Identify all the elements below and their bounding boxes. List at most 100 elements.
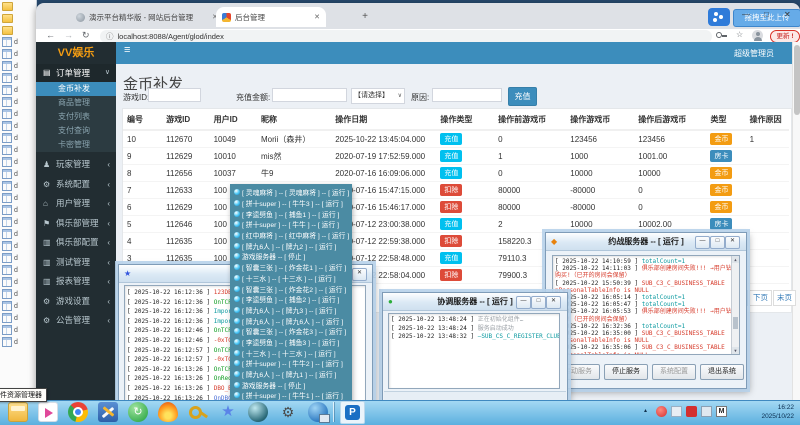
desktop-db-item[interactable]: d (0, 312, 36, 324)
type-select[interactable]: 【请选择】 ∨ (351, 88, 405, 104)
server-list-item[interactable]: [ 智囊三张 ] -- [ 炸金花2 ] -- [ 运行 ] (230, 283, 352, 294)
desktop-db-item[interactable]: d (0, 192, 36, 204)
new-tab-button[interactable]: + (358, 10, 372, 24)
taskbar-icon-media[interactable] (38, 402, 58, 422)
taskbar-icon-star[interactable] (218, 402, 238, 422)
sidebar-subitem-支付查询[interactable]: 支付查询 (36, 124, 116, 138)
server-list-item[interactable]: [ 十三水 ] -- [ 十三水 ] -- [ 运行 ] (230, 347, 352, 358)
server-list-item[interactable]: [ 李逵劈鱼 ] -- [ 捕鱼2 ] -- [ 运行 ] (230, 294, 352, 305)
reload-icon[interactable]: ↻ (82, 30, 90, 41)
taskbar-icon-key[interactable] (188, 402, 208, 422)
desktop-db-item[interactable] (0, 0, 36, 12)
sidebar-item-公告管理[interactable]: ⚙公告管理‹ (36, 311, 116, 331)
sidebar-item-order-management[interactable]: ▤ 订单管理 ∨ (36, 64, 116, 82)
server-button-停止服务[interactable]: 停止服务 (604, 364, 648, 380)
taskbar-icon-network[interactable] (308, 402, 328, 422)
desktop-db-item[interactable]: d (0, 96, 36, 108)
scroll-down-icon[interactable]: ▼ (732, 347, 739, 354)
server-list-item[interactable]: [ 智囊三张 ] -- [ 炸金花1 ] -- [ 运行 ] (230, 262, 352, 273)
profile-avatar[interactable] (752, 30, 763, 41)
server-list-item[interactable]: [ 李逵劈鱼 ] -- [ 捕鱼3 ] -- [ 运行 ] (230, 337, 352, 348)
desktop-db-item[interactable]: d (0, 108, 36, 120)
server-list-item[interactable]: [ 牌九6人 ] -- [ 牌九2 ] -- [ 运行 ] (230, 240, 352, 251)
tray-icon-gray-app[interactable] (671, 406, 682, 417)
desktop-db-item[interactable]: d (0, 240, 36, 252)
server-list-item[interactable]: [ 牌九6人 ] -- [ 牌九6人 ] -- [ 运行 ] (230, 315, 352, 326)
desktop-db-item[interactable]: d (0, 228, 36, 240)
tray-icon-red-badge[interactable] (686, 406, 697, 417)
sidebar-item-玩家管理[interactable]: ♟玩家管理‹ (36, 155, 116, 175)
browser-tab[interactable]: 后台管理✕ (216, 7, 326, 27)
taskbar-icon-recycle[interactable] (128, 402, 148, 422)
close-button[interactable]: ✕ (725, 236, 740, 249)
server-list-item[interactable]: [ 牌九6人 ] -- [ 牌九1 ] -- [ 运行 ] (230, 369, 352, 380)
server-list-item[interactable]: [ 智囊三张 ] -- [ 炸金花3 ] -- [ 运行 ] (230, 326, 352, 337)
desktop-db-item[interactable]: d (0, 60, 36, 72)
tray-icon-red-dot[interactable] (656, 406, 667, 417)
tray-icon-monitor[interactable] (701, 406, 712, 417)
desktop-db-item[interactable]: d (0, 264, 36, 276)
taskbar-icon-sphere[interactable] (248, 402, 268, 422)
minimize-button[interactable]: — (695, 236, 710, 249)
scrollbar-thumb[interactable] (733, 317, 738, 329)
desktop-db-item[interactable]: d (0, 156, 36, 168)
sidebar-item-俱乐部配置[interactable]: ▥俱乐部配置‹ (36, 233, 116, 253)
password-key-icon[interactable] (716, 32, 726, 40)
desktop-db-item[interactable]: d (0, 300, 36, 312)
window-close-button[interactable]: ✕ (784, 10, 791, 19)
server-list-item[interactable]: 游戏服务器 -- [ 停止 ] (230, 379, 352, 390)
desktop-db-item[interactable]: d (0, 84, 36, 96)
window-minimize-button[interactable]: — (742, 10, 750, 19)
tray-chevron-icon[interactable]: ▴ (644, 407, 647, 414)
desktop-db-item[interactable] (0, 24, 36, 36)
desktop-db-item[interactable]: d (0, 144, 36, 156)
forward-icon[interactable]: → (64, 30, 73, 40)
sidebar-item-报表管理[interactable]: ▥报表管理‹ (36, 272, 116, 292)
maximize-button[interactable]: □ (531, 296, 546, 309)
bookmark-star-icon[interactable]: ☆ (736, 30, 743, 39)
sidebar-subitem-卡密管理[interactable]: 卡密管理 (36, 138, 116, 152)
sidebar-subitem-支付列表[interactable]: 支付列表 (36, 110, 116, 124)
server-list-item[interactable]: [ 拼十super ] -- [ 牛牛3 ] -- [ 运行 ] (230, 198, 352, 209)
taskbar-icon-explorer[interactable] (8, 402, 28, 422)
desktop-db-item[interactable]: d (0, 216, 36, 228)
desktop-db-item[interactable]: d (0, 168, 36, 180)
sidebar-item-测试管理[interactable]: ▥测试管理‹ (36, 253, 116, 273)
taskbar-icon-p[interactable]: P (340, 401, 365, 424)
close-button[interactable]: ✕ (546, 296, 561, 309)
minimize-button[interactable]: — (516, 296, 531, 309)
desktop-db-item[interactable]: d (0, 204, 36, 216)
server-list-item[interactable]: [ 红中麻将 ] -- [ 红中麻将 ] -- [ 运行 ] (230, 230, 352, 241)
desktop-db-item[interactable]: d (0, 180, 36, 192)
site-info-icon[interactable]: ⓘ (106, 31, 114, 42)
server-list-item[interactable]: 游戏服务器 -- [ 停止 ] (230, 251, 352, 262)
sidebar-toggle-icon[interactable]: ≡ (124, 44, 130, 56)
server-list-item[interactable]: [ 灵魂麻将 ] -- [ 灵魂麻将 ] -- [ 运行 ] (230, 187, 352, 198)
browser-tab[interactable]: 演示平台精华版 - 网站后台管理✕ (70, 7, 224, 27)
close-button[interactable]: ✕ (352, 268, 367, 281)
taskbar-icon-chrome[interactable] (68, 402, 88, 422)
server-list-item[interactable]: [ 拼十super ] -- [ 牛牛 ] -- [ 运行 ] (230, 219, 352, 230)
browser-scrollbar-thumb[interactable] (794, 45, 800, 115)
app-logo[interactable]: VV娱乐 (36, 42, 116, 64)
desktop-db-item[interactable]: d (0, 324, 36, 336)
current-user[interactable]: 超级管理员 (734, 48, 774, 59)
sidebar-subitem-金币补发[interactable]: 金币补发 (36, 82, 116, 96)
desktop-db-item[interactable]: d (0, 288, 36, 300)
desktop-db-item[interactable] (0, 12, 36, 24)
desktop-db-item[interactable]: d (0, 120, 36, 132)
taskbar-icon-flame[interactable] (158, 402, 178, 422)
server-list-item[interactable]: [ 十三水 ] -- [ 十三水 ] -- [ 运行 ] (230, 273, 352, 284)
tab-close-icon[interactable]: ✕ (314, 13, 320, 21)
taskbar-clock[interactable]: 16:22 2025/10/22 (736, 403, 794, 421)
desktop-db-item[interactable]: d (0, 132, 36, 144)
reason-input[interactable] (432, 88, 502, 102)
desktop-db-item[interactable]: d (0, 336, 36, 348)
server-list-item[interactable]: [ 牌九6人 ] -- [ 牌九3 ] -- [ 运行 ] (230, 305, 352, 316)
scroll-up-icon[interactable]: ▲ (732, 256, 739, 263)
game-id-input[interactable] (148, 88, 201, 102)
pagination-button-下页[interactable]: 下页 (749, 290, 772, 306)
back-icon[interactable]: ← (46, 30, 55, 40)
window-maximize-button[interactable]: □ (764, 10, 769, 19)
taskbar-icon-tools[interactable] (98, 402, 118, 422)
